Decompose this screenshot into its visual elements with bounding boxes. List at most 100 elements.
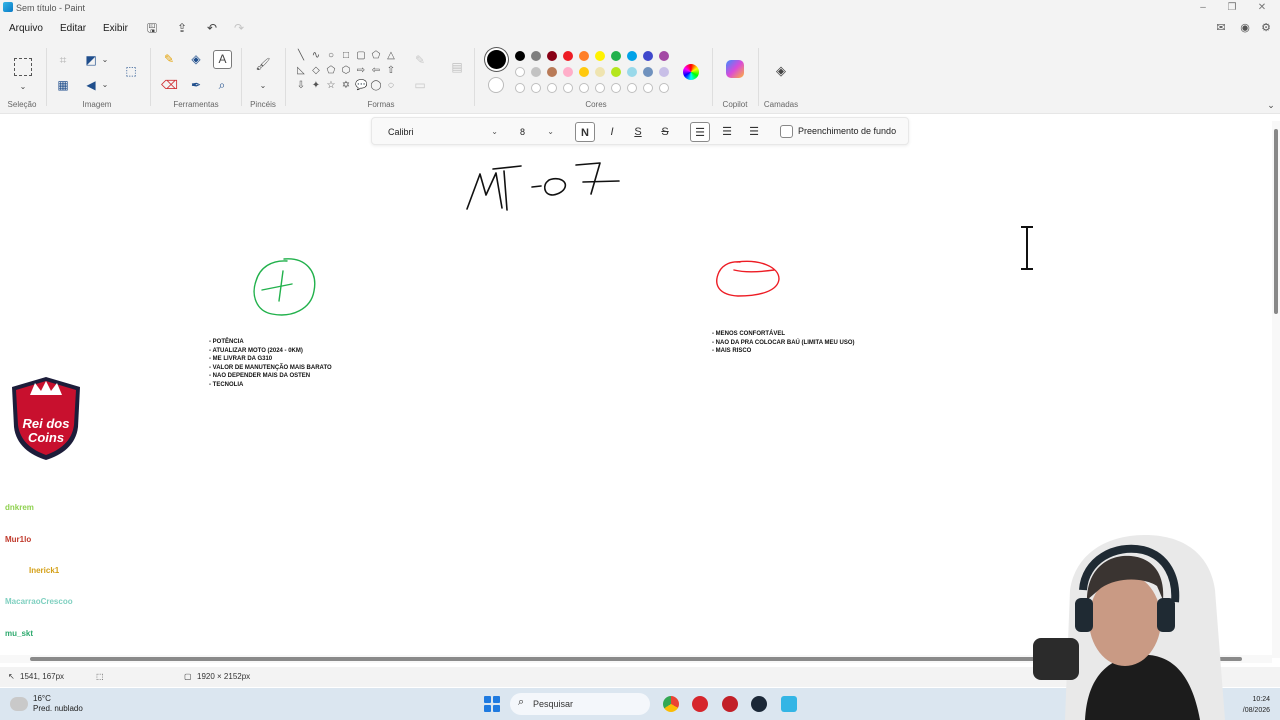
custom-color-slot[interactable]: [627, 83, 637, 93]
chevron-down-icon[interactable]: ⌄: [97, 77, 113, 93]
menu-arquivo[interactable]: Arquivo: [9, 23, 43, 34]
chrome-icon[interactable]: [663, 696, 679, 712]
color-swatch[interactable]: [579, 51, 589, 61]
custom-color-slot[interactable]: [659, 83, 669, 93]
underline-button[interactable]: S: [628, 122, 648, 142]
chevron-down-icon[interactable]: ⌄: [255, 78, 271, 94]
redo-icon[interactable]: ↷: [232, 21, 246, 35]
color-swatch[interactable]: [611, 67, 621, 77]
italic-button[interactable]: I: [602, 122, 622, 142]
right-triangle-shape-icon[interactable]: ◺: [295, 65, 307, 77]
custom-color-slot[interactable]: [563, 83, 573, 93]
diamond-shape-icon[interactable]: ◇: [310, 65, 322, 77]
menu-editar[interactable]: Editar: [60, 23, 86, 34]
shape-fill-icon[interactable]: ▭: [412, 77, 428, 93]
copilot-icon[interactable]: [726, 60, 744, 78]
eraser-icon[interactable]: ⌫: [161, 77, 178, 93]
bold-button[interactable]: N: [575, 122, 595, 142]
color-swatch[interactable]: [547, 67, 557, 77]
background-removal-icon[interactable]: ▦: [55, 77, 71, 93]
six-point-star-shape-icon[interactable]: ✡: [340, 80, 352, 92]
crop-icon[interactable]: ⌗: [55, 52, 71, 68]
line-shape-icon[interactable]: ╲: [295, 50, 307, 62]
custom-color-slot[interactable]: [547, 83, 557, 93]
custom-color-slot[interactable]: [515, 83, 525, 93]
secondary-color-swatch[interactable]: [488, 77, 504, 93]
curve-shape-icon[interactable]: ∿: [310, 50, 322, 62]
image-select-icon[interactable]: ⬚: [122, 63, 140, 81]
edit-colors-icon[interactable]: [683, 64, 699, 80]
chevron-down-icon[interactable]: ⌄: [97, 52, 113, 68]
color-swatch[interactable]: [595, 51, 605, 61]
strikethrough-button[interactable]: S: [655, 122, 675, 142]
undo-icon[interactable]: ↶: [205, 21, 219, 35]
five-point-star-shape-icon[interactable]: ☆: [325, 80, 337, 92]
maximize-button[interactable]: ❐: [1225, 1, 1239, 15]
chevron-down-icon[interactable]: ⌄: [15, 79, 31, 95]
custom-color-slot[interactable]: [595, 83, 605, 93]
windows-start-icon[interactable]: [484, 696, 500, 712]
share-icon[interactable]: ⇪: [175, 21, 189, 35]
primary-color-swatch[interactable]: [487, 50, 506, 69]
color-swatch[interactable]: [643, 67, 653, 77]
color-swatch[interactable]: [515, 67, 525, 77]
pencil-icon[interactable]: ✎: [161, 51, 177, 67]
pentagon-shape-icon[interactable]: ⬠: [325, 65, 337, 77]
shapes-gallery-icon[interactable]: ▤: [448, 59, 466, 75]
align-right-icon[interactable]: ☰: [744, 122, 764, 142]
rounded-rectangle-shape-icon[interactable]: ▢: [355, 50, 367, 62]
color-swatch[interactable]: [563, 51, 573, 61]
font-family-select[interactable]: Calibri ⌄: [388, 123, 500, 141]
align-center-icon[interactable]: ☰: [717, 122, 737, 142]
color-swatch[interactable]: [579, 67, 589, 77]
feedback-icon[interactable]: ✉: [1214, 21, 1228, 35]
color-swatch[interactable]: [531, 67, 541, 77]
color-swatch[interactable]: [595, 67, 605, 77]
save-icon[interactable]: 🖫: [145, 21, 159, 35]
color-swatch[interactable]: [659, 51, 669, 61]
custom-color-slot[interactable]: [611, 83, 621, 93]
paint-taskbar-icon[interactable]: [781, 696, 797, 712]
app-red-icon[interactable]: [692, 696, 708, 712]
color-picker-icon[interactable]: ✒: [188, 77, 204, 93]
weather-description[interactable]: Pred. nublado: [33, 704, 83, 713]
color-swatch[interactable]: [531, 51, 541, 61]
minimize-button[interactable]: –: [1196, 1, 1210, 15]
hexagon-shape-icon[interactable]: ⬡: [340, 65, 352, 77]
text-tool-icon[interactable]: A: [213, 50, 232, 69]
background-fill-checkbox[interactable]: [780, 125, 793, 138]
polygon-shape-icon[interactable]: ⬠: [370, 50, 382, 62]
weather-temperature[interactable]: 16°C: [33, 694, 51, 703]
callout-cloud-shape-icon[interactable]: ◌: [385, 80, 397, 92]
fill-bucket-icon[interactable]: ◈: [188, 51, 204, 67]
rectangle-shape-icon[interactable]: □: [340, 50, 352, 62]
custom-color-slot[interactable]: [579, 83, 589, 93]
app-record-icon[interactable]: [722, 696, 738, 712]
collapse-ribbon-chevron-icon[interactable]: ⌄: [1263, 97, 1279, 113]
settings-gear-icon[interactable]: ⚙: [1259, 21, 1273, 35]
align-left-icon[interactable]: ☰: [690, 122, 710, 142]
taskbar-search[interactable]: ⌕ Pesquisar: [510, 693, 650, 715]
color-swatch[interactable]: [627, 67, 637, 77]
color-swatch[interactable]: [563, 67, 573, 77]
color-swatch[interactable]: [643, 51, 653, 61]
layers-icon[interactable]: ◈: [773, 63, 789, 79]
select-rectangle-icon[interactable]: [14, 58, 32, 76]
callout-rect-shape-icon[interactable]: 💬: [355, 80, 367, 92]
account-icon[interactable]: ◉: [1238, 21, 1252, 35]
callout-oval-shape-icon[interactable]: ◯: [370, 80, 382, 92]
four-point-star-shape-icon[interactable]: ✦: [310, 80, 322, 92]
magnifier-icon[interactable]: ⌕: [214, 77, 230, 93]
up-arrow-shape-icon[interactable]: ⇧: [385, 65, 397, 77]
oval-shape-icon[interactable]: ○: [325, 50, 337, 62]
right-arrow-shape-icon[interactable]: ⇨: [355, 65, 367, 77]
font-size-select[interactable]: 8 ⌄: [520, 123, 556, 141]
custom-color-slot[interactable]: [643, 83, 653, 93]
steam-icon[interactable]: [751, 696, 767, 712]
brush-icon[interactable]: 🖌: [255, 56, 271, 78]
color-swatch[interactable]: [515, 51, 525, 61]
outline-icon[interactable]: ✎: [412, 52, 428, 68]
custom-color-slot[interactable]: [531, 83, 541, 93]
color-swatch[interactable]: [547, 51, 557, 61]
color-swatch[interactable]: [659, 67, 669, 77]
